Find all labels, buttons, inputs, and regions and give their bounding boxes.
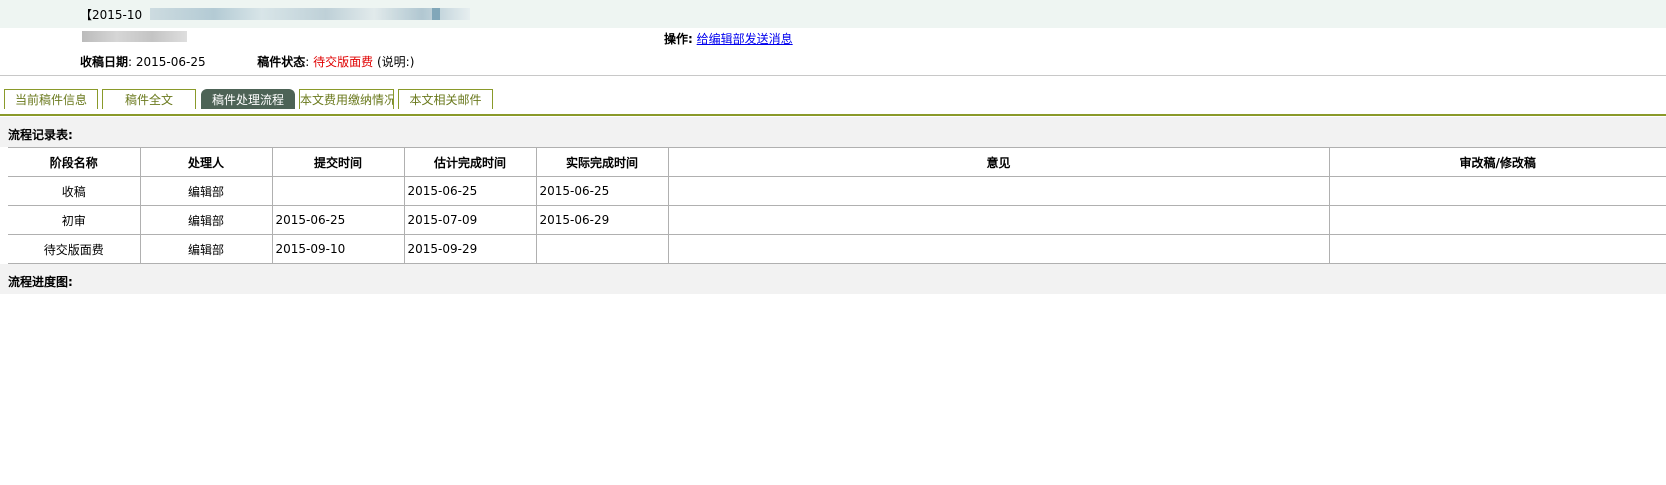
receive-date-label: 收稿日期 bbox=[80, 55, 129, 69]
col-revision: 审改稿/修改稿 bbox=[1328, 147, 1666, 177]
table-row: 收稿 编辑部 2015-06-25 2015-06-25 bbox=[8, 176, 1666, 206]
send-message-link[interactable]: 给编辑部发送消息 bbox=[697, 32, 793, 46]
col-opinion: 意见 bbox=[667, 147, 1330, 177]
table-header-row: 阶段名称 处理人 提交时间 估计完成时间 实际完成时间 意见 审改稿/修改稿 bbox=[8, 147, 1666, 177]
cell-submit-time: 2015-06-25 bbox=[271, 205, 405, 235]
receive-date-value: 2015-06-25 bbox=[135, 55, 206, 69]
cell-handler: 编辑部 bbox=[139, 234, 273, 264]
cell-stage: 待交版面费 bbox=[8, 234, 141, 264]
tab-fee-status[interactable]: 本文费用缴纳情况 bbox=[299, 89, 394, 109]
cell-opinion bbox=[667, 205, 1330, 235]
operations: 操作: 给编辑部发送消息 bbox=[664, 30, 793, 47]
cell-submit-time bbox=[271, 176, 405, 206]
cell-actual-time: 2015-06-25 bbox=[535, 176, 669, 206]
table-row: 待交版面费 编辑部 2015-09-10 2015-09-29 bbox=[8, 234, 1666, 264]
flow-progress-header: 流程进度图: bbox=[0, 264, 1666, 294]
cell-revision bbox=[1328, 234, 1666, 264]
ops-label: 操作 bbox=[664, 32, 689, 46]
cell-revision bbox=[1328, 205, 1666, 235]
redacted-title-block bbox=[150, 8, 470, 20]
tab-related-emails[interactable]: 本文相关邮件 bbox=[398, 89, 493, 109]
ops-colon: : bbox=[688, 32, 693, 46]
cell-actual-time: 2015-06-29 bbox=[535, 205, 669, 235]
flow-record-header: 流程记录表: bbox=[0, 117, 1666, 147]
cell-opinion bbox=[667, 176, 1330, 206]
redacted-accent bbox=[432, 8, 440, 20]
col-handler: 处理人 bbox=[139, 147, 273, 177]
col-estimated-time: 估计完成时间 bbox=[403, 147, 537, 177]
cell-handler: 编辑部 bbox=[139, 205, 273, 235]
flow-record-title: 流程记录表: bbox=[8, 128, 73, 142]
flow-record-table: 阶段名称 处理人 提交时间 估计完成时间 实际完成时间 意见 审改稿/修改稿 收… bbox=[8, 147, 1666, 264]
manuscript-title: 【2015-10 bbox=[80, 8, 143, 22]
manuscript-info: 收稿日期: 2015-06-25 稿件状态: 待交版面费 (说明:) bbox=[80, 53, 414, 70]
receive-date-colon: : bbox=[128, 55, 136, 69]
status-note: (说明:) bbox=[377, 55, 415, 69]
tab-process-flow[interactable]: 稿件处理流程 bbox=[201, 89, 295, 109]
cell-opinion bbox=[667, 234, 1330, 264]
status-colon: : bbox=[305, 55, 314, 69]
cell-stage: 收稿 bbox=[8, 176, 141, 206]
redacted-author-block bbox=[82, 31, 187, 42]
tab-underline bbox=[0, 114, 1666, 116]
cell-stage: 初审 bbox=[8, 205, 141, 235]
col-stage: 阶段名称 bbox=[8, 147, 141, 177]
cell-handler: 编辑部 bbox=[139, 176, 273, 206]
flow-progress-title: 流程进度图: bbox=[8, 275, 73, 289]
table-row: 初审 编辑部 2015-06-25 2015-07-09 2015-06-29 bbox=[8, 205, 1666, 235]
col-submit-time: 提交时间 bbox=[271, 147, 405, 177]
cell-submit-time: 2015-09-10 bbox=[271, 234, 405, 264]
cell-estimated-time: 2015-06-25 bbox=[403, 176, 537, 206]
cell-estimated-time: 2015-09-29 bbox=[403, 234, 537, 264]
divider bbox=[0, 75, 1666, 76]
status-value: 待交版面费 bbox=[313, 55, 374, 69]
status-label: 稿件状态 bbox=[257, 55, 306, 69]
cell-revision bbox=[1328, 176, 1666, 206]
col-actual-time: 实际完成时间 bbox=[535, 147, 669, 177]
cell-estimated-time: 2015-07-09 bbox=[403, 205, 537, 235]
cell-actual-time bbox=[535, 234, 669, 264]
tab-current-info[interactable]: 当前稿件信息 bbox=[4, 89, 98, 109]
tab-full-text[interactable]: 稿件全文 bbox=[102, 89, 196, 109]
